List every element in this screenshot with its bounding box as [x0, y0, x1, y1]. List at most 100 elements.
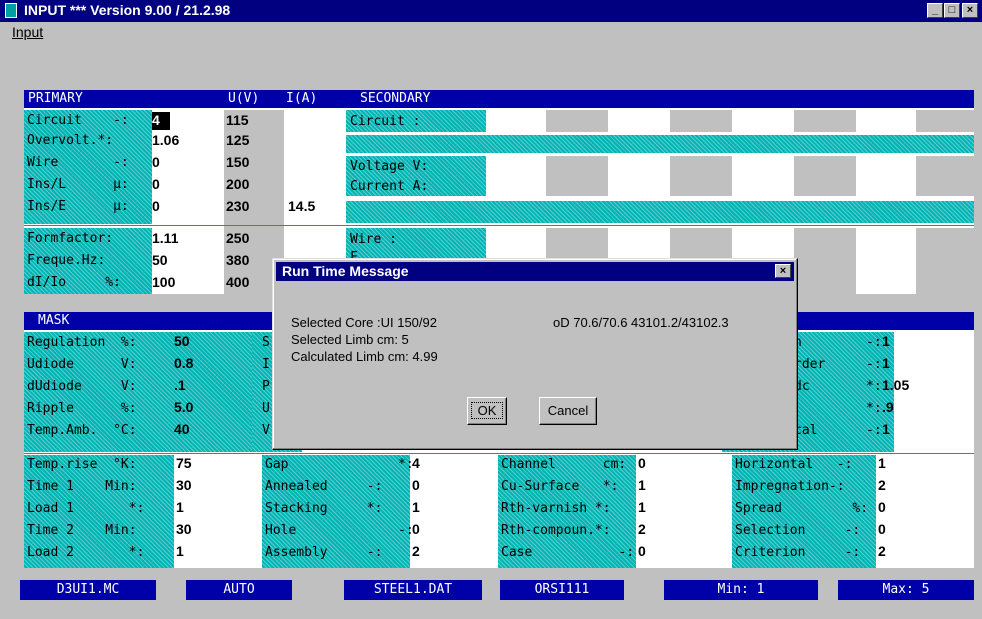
status-field: ORSI111 [500, 580, 624, 600]
primary-value-field[interactable]: 0 [152, 198, 220, 216]
secondary-cell[interactable] [732, 110, 794, 132]
bottom-value[interactable]: 2 [638, 521, 646, 537]
mask-right-value[interactable]: .9 [882, 399, 894, 415]
primary-value-field[interactable]: 4 [152, 112, 170, 130]
mask-col2-partial: U [262, 401, 270, 416]
u-value[interactable]: 200 [226, 176, 249, 192]
primary-value-field[interactable]: 50 [152, 252, 220, 270]
bottom-value[interactable]: 1 [638, 499, 646, 515]
primary-value-field[interactable]: 1.11 [152, 230, 220, 248]
primary-label: Overvolt.*: [27, 133, 114, 148]
title-bar: INPUT *** Version 9.00 / 21.2.98 _ □ × [0, 0, 982, 22]
mask-value[interactable]: 50 [174, 333, 190, 349]
primary-label: dI/Io %: [27, 275, 121, 290]
secondary-cell[interactable] [856, 228, 916, 294]
bottom-value[interactable]: 0 [638, 543, 646, 559]
u-value[interactable]: 380 [226, 252, 249, 268]
mask-right-value[interactable]: 1 [882, 355, 890, 371]
mask-label: Ripple %: [27, 401, 137, 416]
primary-header: PRIMARY [28, 91, 83, 106]
primary-label: Freque.Hz: [27, 253, 106, 268]
mask-right-value[interactable]: 1 [882, 421, 890, 437]
bottom-value[interactable]: 0 [638, 455, 646, 471]
secondary-cell[interactable] [856, 110, 916, 132]
bottom-value[interactable]: 1 [176, 543, 184, 559]
secondary-cell[interactable] [794, 110, 856, 132]
bottom-value[interactable]: 1 [878, 455, 886, 471]
mask-value[interactable]: .1 [174, 377, 186, 393]
primary-value-field[interactable]: 0 [152, 176, 220, 194]
dialog-close-icon[interactable]: × [775, 264, 791, 278]
primary-label: Ins/E µ: [27, 199, 129, 214]
dialog-core-dims: oD 70.6/70.6 43101.2/43102.3 [553, 315, 729, 330]
primary-value-field[interactable]: 1.06 [152, 132, 220, 150]
bottom-value[interactable]: 0 [412, 521, 420, 537]
secondary-cell[interactable] [608, 110, 670, 132]
secondary-cell[interactable] [794, 228, 856, 294]
bottom-value[interactable]: 2 [878, 477, 886, 493]
secondary-current-label: Current A: [350, 179, 429, 194]
ok-button[interactable]: OK [467, 397, 507, 425]
bottom-value[interactable]: 0 [412, 477, 420, 493]
u-value[interactable]: 400 [226, 274, 249, 290]
bottom-value[interactable]: 0 [878, 499, 886, 515]
bottom-value[interactable]: 1 [176, 499, 184, 515]
secondary-cell[interactable] [486, 110, 546, 132]
close-button[interactable]: × [962, 3, 978, 18]
secondary-cell[interactable] [670, 156, 732, 196]
primary-label: Ins/L µ: [27, 177, 129, 192]
secondary-band-2 [346, 201, 974, 223]
u-value[interactable]: 125 [226, 132, 249, 148]
bottom-value[interactable]: 2 [878, 543, 886, 559]
bottom-value[interactable]: 75 [176, 455, 192, 471]
secondary-cell[interactable] [916, 110, 974, 132]
mask-value[interactable]: 0.8 [174, 355, 193, 371]
mask-right-value[interactable]: 1.05 [882, 377, 909, 393]
menu-bar: Input [0, 22, 982, 42]
bottom-label: Impregnation-: [735, 479, 845, 494]
bottom-value[interactable]: 2 [412, 543, 420, 559]
bottom-value[interactable]: 30 [176, 477, 192, 493]
secondary-cell[interactable] [794, 156, 856, 196]
u-value[interactable]: 250 [226, 230, 249, 246]
bottom-value[interactable]: 30 [176, 521, 192, 537]
secondary-cell[interactable] [916, 156, 974, 196]
i-value[interactable]: 14.5 [288, 198, 315, 214]
maximize-button[interactable]: □ [944, 3, 960, 18]
secondary-cell[interactable] [856, 156, 916, 196]
secondary-cell[interactable] [916, 228, 974, 294]
mask-right-value[interactable]: 1 [882, 333, 890, 349]
status-field: Min: 1 [664, 580, 818, 600]
u-value[interactable]: 115 [226, 112, 249, 128]
dialog-calc-limb-line: Calculated Limb cm: 4.99 [291, 349, 438, 364]
primary-value-field[interactable]: 100 [152, 274, 220, 292]
toolbar-space [0, 42, 982, 84]
secondary-cell[interactable] [732, 156, 794, 196]
secondary-cell[interactable] [608, 156, 670, 196]
bottom-label: Load 2 *: [27, 545, 145, 560]
mask-value[interactable]: 40 [174, 421, 190, 437]
secondary-cell[interactable] [486, 156, 546, 196]
mask-right-sep: *: [866, 379, 882, 394]
bottom-value[interactable]: 1 [638, 477, 646, 493]
bottom-label: Cu-Surface *: [501, 479, 619, 494]
primary-value-field[interactable]: 0 [152, 154, 220, 172]
secondary-cell[interactable] [670, 110, 732, 132]
minimize-button[interactable]: _ [927, 3, 943, 18]
secondary-cell[interactable] [546, 156, 608, 196]
cancel-button[interactable]: Cancel [539, 397, 597, 425]
mask-right-label: rder [794, 357, 826, 372]
mask-header: MASK [38, 313, 70, 328]
mask-value[interactable]: 5.0 [174, 399, 193, 415]
mask-right-sep: -: [866, 335, 882, 350]
bottom-value[interactable]: 4 [412, 455, 420, 471]
u-value[interactable]: 230 [226, 198, 249, 214]
bottom-value[interactable]: 0 [878, 521, 886, 537]
mask-label: Udiode V: [27, 357, 137, 372]
ia-header: I(A) [286, 91, 318, 106]
secondary-cell[interactable] [546, 110, 608, 132]
menu-input[interactable]: Input [12, 24, 43, 40]
bottom-value[interactable]: 1 [412, 499, 420, 515]
u-value[interactable]: 150 [226, 154, 249, 170]
mask-right-sep: -: [866, 357, 882, 372]
